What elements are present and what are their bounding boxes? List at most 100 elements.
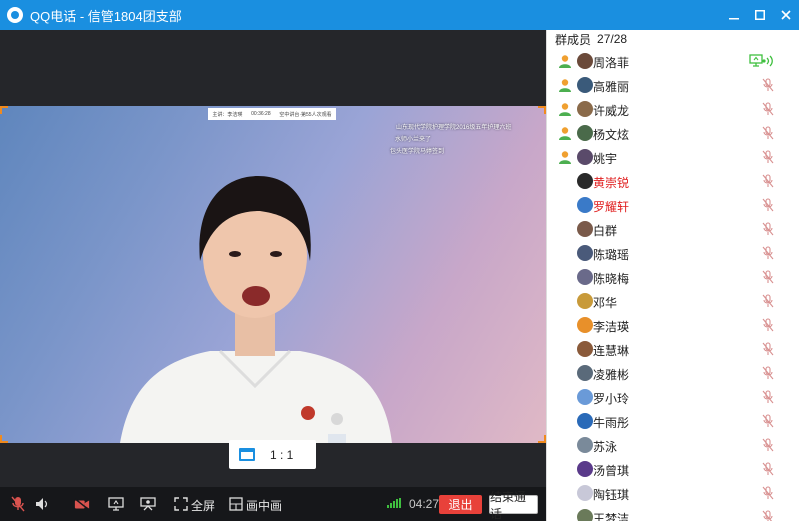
signal-strength-icon [387,498,401,508]
member-row[interactable]: 罗小玲 [547,385,799,409]
fullscreen-button[interactable]: 全屏 [191,497,215,514]
frame-corner [538,106,546,114]
avatar[interactable] [577,77,593,93]
member-row[interactable]: 李洁瑛 [547,313,799,337]
window-title: QQ电话 - 信管1804团支部 [30,8,182,24]
mic-muted-icon [762,510,773,521]
danmaku-comment: 山东现代学院护理学院2016级五年护理六班 [396,125,512,131]
avatar[interactable] [577,293,593,309]
avatar[interactable] [577,461,593,477]
mic-muted-icon [762,270,774,284]
member-panel: 群成员 27/28 周洛菲 高雅丽 许威龙 杨文炫 姚宇 黄崇锐 罗耀轩 白群 陈璐瑶 陈晓梅 邓华… [546,30,799,521]
aspect-ratio-button[interactable]: 1 : 1 [229,440,316,469]
live-info-time: 00:36:28 [251,111,271,117]
member-row[interactable]: 王梦洁 [547,505,799,521]
member-name: 杨文炫 [593,128,630,142]
avatar[interactable] [577,269,593,285]
mic-muted-icon [762,318,774,332]
close-icon[interactable] [773,0,799,30]
window-controls [721,0,799,30]
member-row[interactable]: 汤曾琪 [547,457,799,481]
presentation-icon[interactable] [140,496,156,512]
mic-muted-icon [762,78,774,92]
member-name: 陶钰琪 [593,488,630,502]
avatar[interactable] [577,173,593,189]
avatar[interactable] [577,221,593,237]
member-name: 连慧琳 [593,344,630,358]
mic-muted-icon [762,414,774,428]
avatar[interactable] [577,317,593,333]
video-frame[interactable]: 主讲：李洁瑛 00:36:28 空中讲台·第55人次观看 山东现代学院护理学院2… [0,106,546,443]
member-count: 27/28 [597,32,628,46]
mic-muted-icon [762,198,774,212]
member-name: 苏泳 [593,440,618,454]
member-row[interactable]: 陶钰琪 [547,481,799,505]
avatar[interactable] [577,245,593,261]
member-row[interactable]: 陈璐瑶 [547,241,799,265]
picture-in-picture-button[interactable]: 画中画 [246,497,282,514]
member-row[interactable]: 许威龙 [547,97,799,121]
member-row[interactable]: 凌雅彬 [547,361,799,385]
member-row[interactable]: 黄崇锐 [547,169,799,193]
exit-button[interactable]: 退出 [439,495,482,514]
member-name: 邓华 [593,296,618,310]
fullscreen-icon[interactable] [173,496,189,512]
end-call-button[interactable]: 结束通话 [489,490,538,521]
member-row[interactable]: 连慧琳 [547,337,799,361]
member-row[interactable]: 罗耀轩 [547,193,799,217]
member-name: 白群 [593,224,618,238]
member-name: 陈璐瑶 [593,248,630,262]
avatar[interactable] [577,197,593,213]
avatar[interactable] [577,437,593,453]
member-row[interactable]: 邓华 [547,289,799,313]
mic-muted-icon [762,102,774,116]
minimize-icon[interactable] [721,0,747,30]
mic-muted-icon [762,174,774,188]
avatar[interactable] [577,341,593,357]
member-row[interactable]: 高雅丽 [547,73,799,97]
title-bar: QQ电话 - 信管1804团支部 [0,0,799,30]
member-row[interactable]: 杨文炫 [547,121,799,145]
member-row[interactable]: 白群 [547,217,799,241]
speaker-icon[interactable] [34,496,50,512]
avatar[interactable] [577,389,593,405]
avatar[interactable] [577,53,593,69]
admin-icon [559,127,571,140]
mic-muted-icon[interactable] [10,496,26,512]
qq-logo-icon [7,7,23,23]
mic-muted-icon [762,486,774,500]
frame-corner [538,435,546,443]
avatar[interactable] [577,101,593,117]
avatar[interactable] [577,413,593,429]
member-name: 许威龙 [593,104,630,118]
mic-muted-icon [762,150,774,164]
mic-muted-icon [762,366,774,380]
member-row[interactable]: 苏泳 [547,433,799,457]
maximize-icon[interactable] [747,0,773,30]
member-name: 牛雨彤 [593,416,630,430]
member-row[interactable]: 周洛菲 [547,49,799,73]
camera-off-icon[interactable] [74,496,90,512]
mic-muted-icon [762,246,774,260]
member-name: 陈晓梅 [593,272,630,286]
member-row[interactable]: 姚宇 [547,145,799,169]
video-area[interactable]: 主讲：李洁瑛 00:36:28 空中讲台·第55人次观看 山东现代学院护理学院2… [0,30,546,487]
mic-muted-icon [762,462,774,476]
member-name: 罗小玲 [593,392,630,406]
avatar[interactable] [577,125,593,141]
member-row[interactable]: 陈晓梅 [547,265,799,289]
frame-corner [0,435,8,443]
member-name: 姚宇 [593,152,618,166]
share-screen-icon[interactable] [108,496,124,512]
live-info-host: 主讲：李洁瑛 [212,111,243,118]
avatar[interactable] [577,365,593,381]
avatar[interactable] [577,485,593,501]
mic-muted-icon [762,390,774,404]
call-duration: 04:27 [409,497,440,511]
picture-in-picture-icon[interactable] [228,496,244,512]
live-info-bar: 主讲：李洁瑛 00:36:28 空中讲台·第55人次观看 [208,108,336,120]
avatar[interactable] [577,149,593,165]
member-row[interactable]: 牛雨彤 [547,409,799,433]
aspect-ratio-label: 1 : 1 [270,447,294,462]
avatar[interactable] [577,509,593,521]
